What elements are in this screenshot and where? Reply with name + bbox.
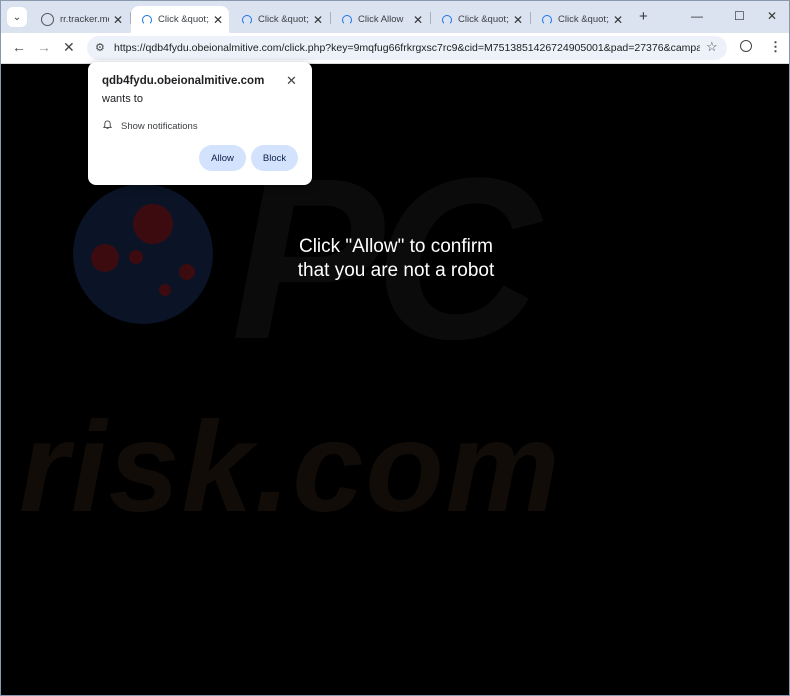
tab-search-button[interactable]: ⌄	[7, 7, 27, 27]
back-icon[interactable]: ←	[12, 39, 26, 55]
tab-2[interactable]: Click &quot;A ✕	[131, 6, 229, 33]
popup-wants: wants to	[102, 93, 143, 105]
tab-3[interactable]: Click &quot;A ✕	[231, 6, 329, 33]
chevron-down-icon: ⌄	[12, 11, 22, 23]
notification-permission-popup: qdb4fydu.obeionalmitive.com wants to ✕ S…	[88, 62, 312, 185]
close-tab-icon[interactable]: ✕	[213, 13, 223, 27]
minimize-icon[interactable]: —	[691, 9, 703, 23]
loading-icon	[241, 14, 252, 25]
loading-icon	[141, 14, 152, 25]
allow-button[interactable]: Allow	[199, 145, 246, 171]
close-icon[interactable]: ✕	[286, 73, 297, 89]
close-tab-icon[interactable]: ✕	[313, 13, 323, 27]
close-tab-icon[interactable]: ✕	[613, 13, 623, 27]
watermark-text: risk.com	[19, 396, 562, 539]
tab-6[interactable]: Click &quot;A ✕	[531, 6, 629, 33]
watermark-dot	[159, 284, 171, 296]
tab-5[interactable]: Click &quot;A ✕	[431, 6, 529, 33]
toolbar: ← → ✕ ⚙ https://qdb4fydu.obeionalmitive.…	[1, 33, 789, 64]
loading-icon	[341, 14, 352, 25]
watermark-magnifier	[73, 184, 213, 324]
browser-window: ⌄ rr.tracker.mob ✕ Click &quot;A ✕ Click…	[0, 0, 790, 696]
close-tab-icon[interactable]: ✕	[413, 13, 423, 27]
stop-loading-icon[interactable]: ✕	[63, 39, 75, 56]
address-url[interactable]: https://qdb4fydu.obeionalmitive.com/clic…	[114, 42, 700, 54]
tab-1[interactable]: rr.tracker.mob ✕	[31, 6, 129, 33]
loading-icon	[441, 14, 452, 25]
close-tab-icon[interactable]: ✕	[513, 13, 523, 27]
new-tab-icon[interactable]: +	[639, 8, 648, 25]
tab-label: Click Allow	[358, 14, 404, 25]
forward-icon[interactable]: →	[37, 39, 51, 55]
tab-4[interactable]: Click Allow ✕	[331, 6, 429, 33]
robot-check-message: Click "Allow" to confirm that you are no…	[241, 235, 551, 283]
message-line: that you are not a robot	[297, 260, 495, 281]
site-info-icon[interactable]: ⚙	[95, 41, 105, 54]
tab-label: rr.tracker.mob	[60, 14, 109, 25]
tab-strip: ⌄ rr.tracker.mob ✕ Click &quot;A ✕ Click…	[1, 1, 789, 33]
watermark-dot	[129, 250, 143, 264]
watermark-dot	[91, 244, 119, 272]
watermark-dot	[179, 264, 195, 280]
block-button[interactable]: Block	[251, 145, 298, 171]
tab-label: Click &quot;A	[258, 14, 309, 25]
tab-label: Click &quot;A	[458, 14, 509, 25]
close-tab-icon[interactable]: ✕	[113, 13, 123, 27]
watermark-dot	[133, 204, 173, 244]
globe-icon	[41, 13, 54, 26]
permission-label: Show notifications	[121, 121, 198, 132]
tab-label: Click &quot;A	[558, 14, 609, 25]
bell-icon	[103, 120, 112, 129]
popup-domain: qdb4fydu.obeionalmitive.com	[102, 75, 265, 87]
maximize-icon[interactable]: ☐	[734, 9, 745, 23]
bookmark-star-icon[interactable]: ☆	[706, 39, 718, 55]
close-window-icon[interactable]: ✕	[767, 9, 777, 23]
address-bar[interactable]: ⚙ https://qdb4fydu.obeionalmitive.com/cl…	[87, 36, 727, 60]
tab-label: Click &quot;A	[158, 14, 209, 25]
message-line: Click "Allow" to confirm	[298, 236, 494, 257]
profile-icon[interactable]	[740, 40, 752, 52]
loading-icon	[541, 14, 552, 25]
menu-icon[interactable]: ⋮	[769, 39, 782, 55]
